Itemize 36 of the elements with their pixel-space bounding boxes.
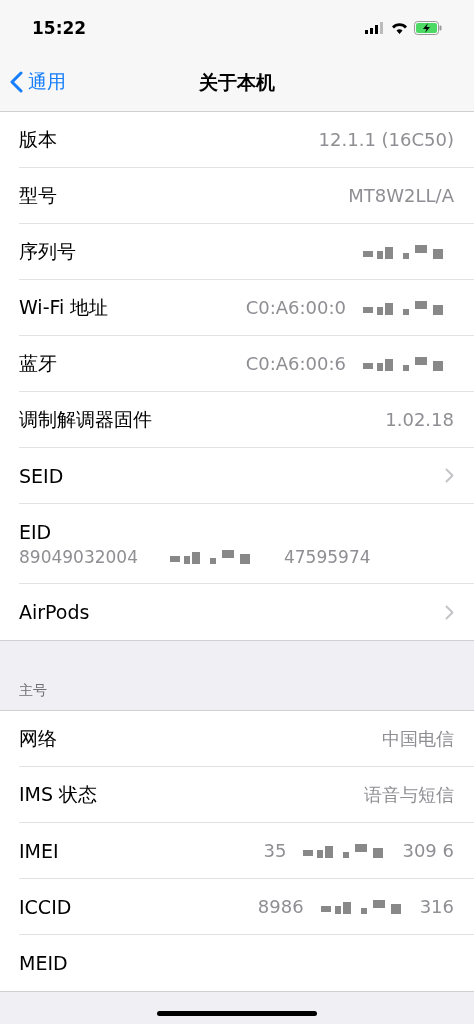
row-label: MEID	[19, 952, 68, 974]
row-value: 1.02.18	[385, 409, 454, 430]
row-label: ICCID	[19, 895, 72, 918]
row-value: 47595974	[284, 546, 371, 567]
row-value: 309 6	[402, 840, 454, 861]
nav-title: 关于本机	[199, 70, 275, 95]
row-label: Wi-Fi 地址	[19, 294, 109, 320]
row-value: 316	[419, 896, 454, 917]
status-time: 15:22	[32, 17, 87, 38]
row-value: 89049032004	[19, 546, 138, 567]
row-label: 序列号	[19, 238, 76, 264]
row-value: C0:A6:00:0	[245, 297, 346, 318]
back-chevron-icon	[10, 71, 23, 93]
row-label: EID	[19, 520, 52, 543]
row-value: 中国电信	[382, 726, 454, 751]
back-button[interactable]: 通用	[8, 67, 68, 97]
chevron-right-icon	[445, 604, 454, 620]
row-label: SEID	[19, 464, 64, 487]
row-value: MT8W2LL/A	[348, 185, 454, 206]
row-label: 调制解调器固件	[19, 406, 152, 432]
row-label: 蓝牙	[19, 350, 57, 376]
row-value: 语音与短信	[364, 782, 454, 807]
row-value: 35	[263, 840, 287, 861]
section-header: 主号	[19, 682, 47, 700]
row-value: C0:A6:00:6	[245, 353, 346, 374]
chevron-right-icon	[445, 468, 454, 483]
row-label: IMS 状态	[19, 781, 98, 807]
signal-icon	[365, 21, 385, 34]
row-label: AirPods	[19, 601, 90, 623]
row-label: 型号	[19, 182, 57, 208]
row-value: 12.1.1 (16C50)	[318, 129, 454, 150]
row-label: 版本	[19, 126, 57, 152]
row-value: 8986	[257, 896, 304, 917]
row-label: 网络	[19, 725, 57, 751]
wifi-icon	[391, 21, 408, 34]
row-label: IMEI	[19, 839, 59, 862]
